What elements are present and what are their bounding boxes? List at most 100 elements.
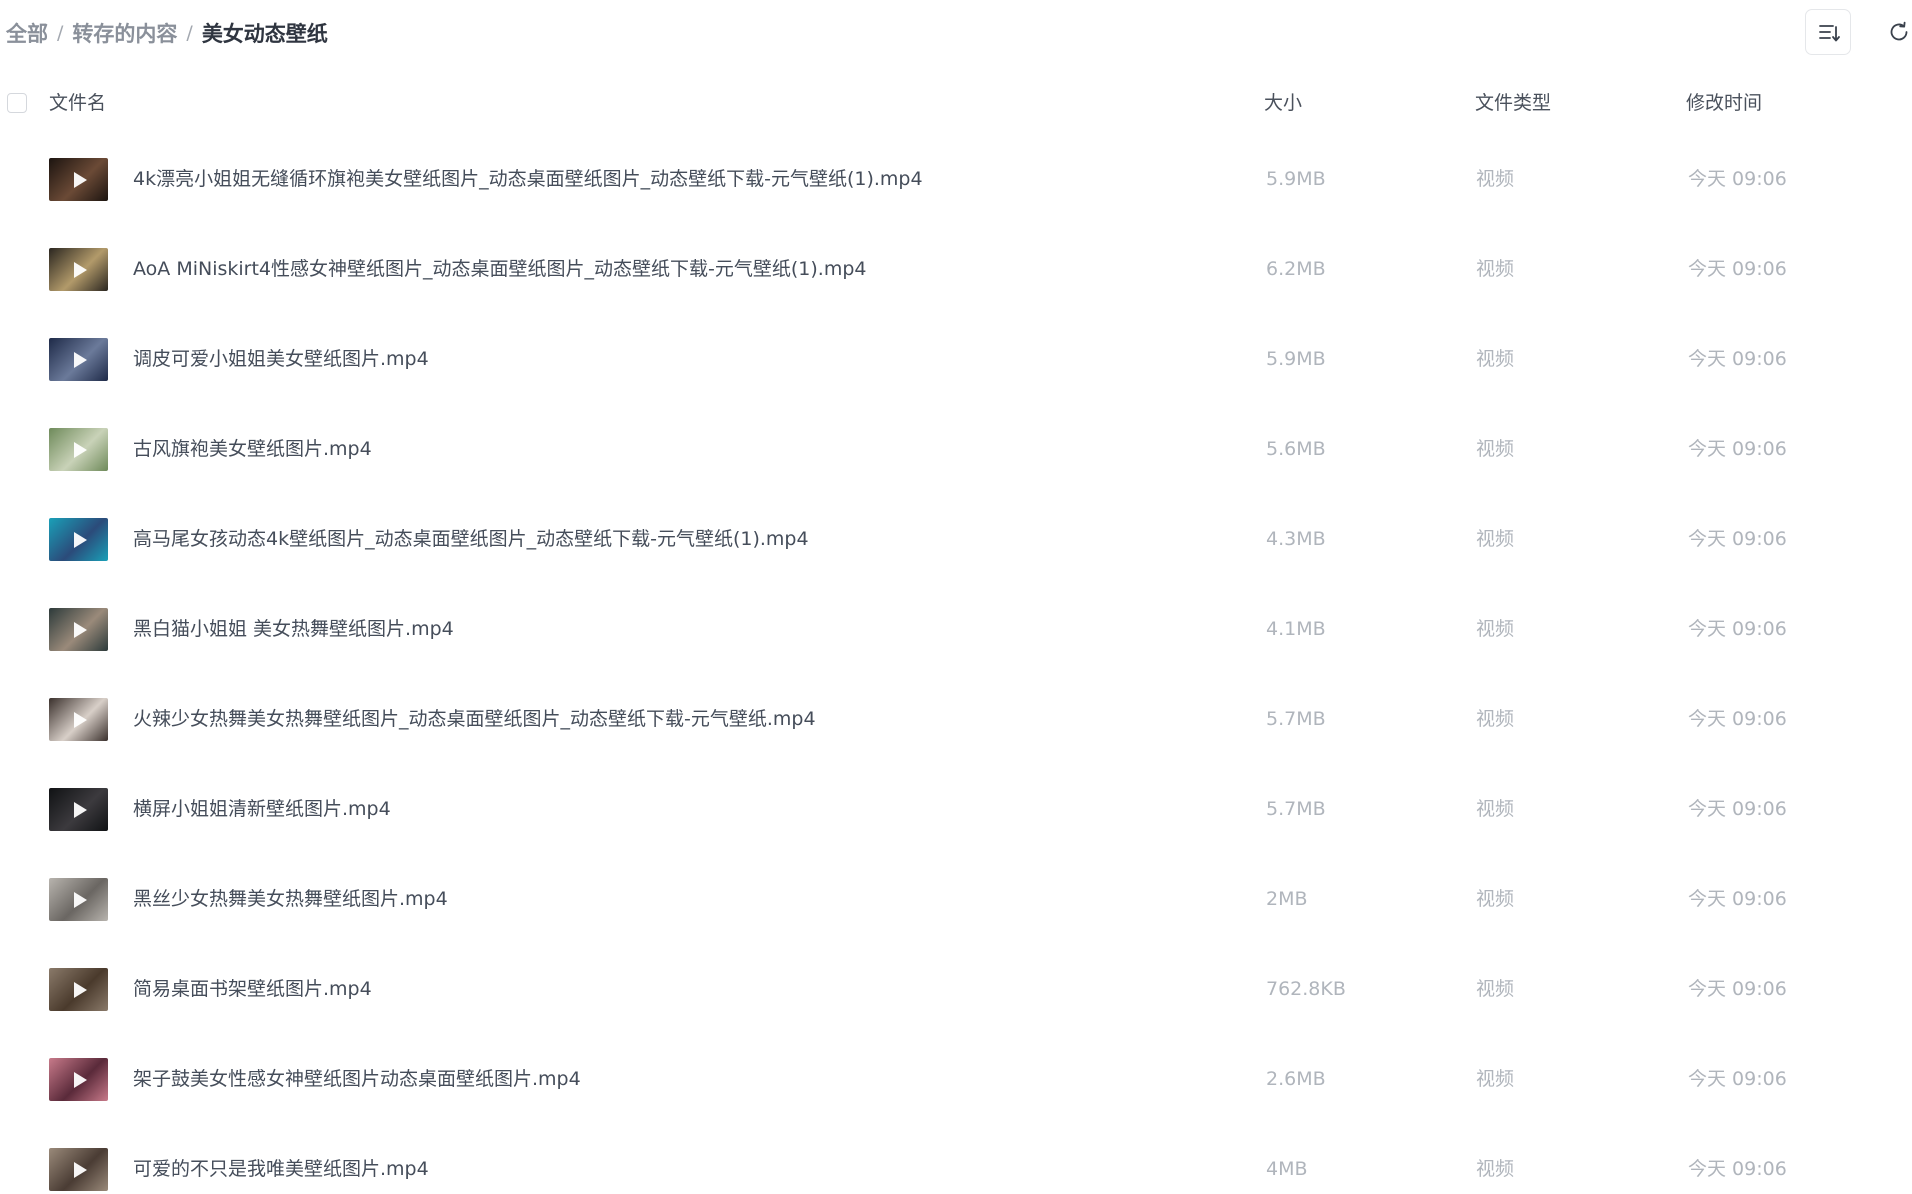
play-icon (73, 621, 87, 638)
breadcrumb-separator: / (186, 22, 193, 44)
file-type: 视频 (1476, 618, 1515, 640)
play-icon (73, 891, 87, 908)
file-size: 6.2MB (1266, 258, 1326, 280)
file-type: 视频 (1476, 438, 1515, 460)
file-type: 视频 (1476, 1158, 1515, 1180)
file-name[interactable]: 架子鼓美女性感女神壁纸图片动态桌面壁纸图片.mp4 (133, 1065, 581, 1093)
top-bar: 全部 / 转存的内容 / 美女动态壁纸 (0, 0, 1912, 66)
video-thumbnail[interactable] (49, 1148, 108, 1191)
file-modified-time: 今天 09:06 (1688, 1158, 1787, 1180)
sort-list-icon (1819, 25, 1840, 42)
file-modified-time: 今天 09:06 (1688, 888, 1787, 910)
table-row[interactable]: 可爱的不只是我唯美壁纸图片.mp4 4MB 视频 今天 09:06 (0, 1124, 1912, 1194)
file-type: 视频 (1476, 168, 1515, 190)
video-thumbnail[interactable] (49, 878, 108, 921)
file-size: 5.7MB (1266, 798, 1326, 820)
table-row[interactable]: 黑白猫小姐姐 美女热舞壁纸图片.mp4 4.1MB 视频 今天 09:06 (0, 584, 1912, 674)
table-row[interactable]: 简易桌面书架壁纸图片.mp4 762.8KB 视频 今天 09:06 (0, 944, 1912, 1034)
video-thumbnail[interactable] (49, 608, 108, 651)
video-thumbnail[interactable] (49, 518, 108, 561)
play-icon (73, 1161, 87, 1178)
file-name[interactable]: 古风旗袍美女壁纸图片.mp4 (133, 435, 372, 463)
file-type: 视频 (1476, 1068, 1515, 1090)
file-modified-time: 今天 09:06 (1688, 1068, 1787, 1090)
file-size: 4MB (1266, 1158, 1308, 1180)
file-size: 4.3MB (1266, 528, 1326, 550)
play-icon (73, 531, 87, 548)
file-type: 视频 (1476, 888, 1515, 910)
play-icon (73, 1071, 87, 1088)
file-size: 5.9MB (1266, 168, 1326, 190)
table-row[interactable]: 高马尾女孩动态4k壁纸图片_动态桌面壁纸图片_动态壁纸下载-元气壁纸(1).mp… (0, 494, 1912, 584)
file-size: 5.7MB (1266, 708, 1326, 730)
table-row[interactable]: 4k漂亮小姐姐无缝循环旗袍美女壁纸图片_动态桌面壁纸图片_动态壁纸下载-元气壁纸… (0, 134, 1912, 224)
breadcrumb-item-all[interactable]: 全部 (6, 18, 48, 48)
sort-button[interactable] (1805, 9, 1851, 55)
column-header-type[interactable]: 文件类型 (1475, 90, 1551, 116)
video-thumbnail[interactable] (49, 698, 108, 741)
file-name[interactable]: 简易桌面书架壁纸图片.mp4 (133, 975, 372, 1003)
column-header-size[interactable]: 大小 (1264, 90, 1302, 116)
table-row[interactable]: AoA MiNiskirt4性感女神壁纸图片_动态桌面壁纸图片_动态壁纸下载-元… (0, 224, 1912, 314)
video-thumbnail[interactable] (49, 1058, 108, 1101)
file-size: 2MB (1266, 888, 1308, 910)
table-header: 文件名 大小 文件类型 修改时间 (0, 84, 1912, 126)
select-all-checkbox[interactable] (7, 93, 27, 113)
file-type: 视频 (1476, 978, 1515, 1000)
play-icon (73, 801, 87, 818)
video-thumbnail[interactable] (49, 428, 108, 471)
video-thumbnail[interactable] (49, 968, 108, 1011)
file-list: 4k漂亮小姐姐无缝循环旗袍美女壁纸图片_动态桌面壁纸图片_动态壁纸下载-元气壁纸… (0, 134, 1912, 1194)
breadcrumb: 全部 / 转存的内容 / 美女动态壁纸 (6, 16, 328, 50)
play-icon (73, 351, 87, 368)
table-row[interactable]: 火辣少女热舞美女热舞壁纸图片_动态桌面壁纸图片_动态壁纸下载-元气壁纸.mp4 5… (0, 674, 1912, 764)
file-modified-time: 今天 09:06 (1688, 618, 1787, 640)
file-name[interactable]: 可爱的不只是我唯美壁纸图片.mp4 (133, 1155, 429, 1183)
file-modified-time: 今天 09:06 (1688, 708, 1787, 730)
video-thumbnail[interactable] (49, 338, 108, 381)
file-size: 4.1MB (1266, 618, 1326, 640)
video-thumbnail[interactable] (49, 158, 108, 201)
file-modified-time: 今天 09:06 (1688, 978, 1787, 1000)
file-modified-time: 今天 09:06 (1688, 798, 1787, 820)
file-size: 5.6MB (1266, 438, 1326, 460)
table-row[interactable]: 架子鼓美女性感女神壁纸图片动态桌面壁纸图片.mp4 2.6MB 视频 今天 09:06 (0, 1034, 1912, 1124)
file-type: 视频 (1476, 258, 1515, 280)
file-type: 视频 (1476, 528, 1515, 550)
table-row[interactable]: 横屏小姐姐清新壁纸图片.mp4 5.7MB 视频 今天 09:06 (0, 764, 1912, 854)
file-modified-time: 今天 09:06 (1688, 438, 1787, 460)
breadcrumb-item-transferred[interactable]: 转存的内容 (72, 18, 177, 48)
file-modified-time: 今天 09:06 (1688, 348, 1787, 370)
breadcrumb-current: 美女动态壁纸 (201, 22, 328, 46)
video-thumbnail[interactable] (49, 788, 108, 831)
table-row[interactable]: 古风旗袍美女壁纸图片.mp4 5.6MB 视频 今天 09:06 (0, 404, 1912, 494)
table-row[interactable]: 黑丝少女热舞美女热舞壁纸图片.mp4 2MB 视频 今天 09:06 (0, 854, 1912, 944)
file-browser: 全部 / 转存的内容 / 美女动态壁纸 文件名 大小 文件类型 修改时间 4k漂… (0, 0, 1912, 1194)
breadcrumb-separator: / (57, 22, 64, 44)
play-icon (73, 441, 87, 458)
file-name[interactable]: 横屏小姐姐清新壁纸图片.mp4 (133, 795, 391, 823)
file-type: 视频 (1476, 348, 1515, 370)
play-icon (73, 711, 87, 728)
file-name[interactable]: 调皮可爱小姐姐美女壁纸图片.mp4 (133, 345, 429, 373)
file-name[interactable]: AoA MiNiskirt4性感女神壁纸图片_动态桌面壁纸图片_动态壁纸下载-元… (133, 255, 867, 283)
file-name[interactable]: 黑丝少女热舞美女热舞壁纸图片.mp4 (133, 885, 448, 913)
file-modified-time: 今天 09:06 (1688, 168, 1787, 190)
file-modified-time: 今天 09:06 (1688, 528, 1787, 550)
refresh-icon (1890, 21, 1908, 41)
column-header-name[interactable]: 文件名 (49, 90, 106, 116)
play-icon (73, 981, 87, 998)
file-name[interactable]: 火辣少女热舞美女热舞壁纸图片_动态桌面壁纸图片_动态壁纸下载-元气壁纸.mp4 (133, 705, 816, 733)
video-thumbnail[interactable] (49, 248, 108, 291)
file-modified-time: 今天 09:06 (1688, 258, 1787, 280)
play-icon (73, 171, 87, 188)
file-name[interactable]: 黑白猫小姐姐 美女热舞壁纸图片.mp4 (133, 615, 454, 643)
play-icon (73, 261, 87, 278)
file-size: 5.9MB (1266, 348, 1326, 370)
refresh-button[interactable] (1880, 12, 1912, 52)
file-type: 视频 (1476, 708, 1515, 730)
table-row[interactable]: 调皮可爱小姐姐美女壁纸图片.mp4 5.9MB 视频 今天 09:06 (0, 314, 1912, 404)
file-name[interactable]: 4k漂亮小姐姐无缝循环旗袍美女壁纸图片_动态桌面壁纸图片_动态壁纸下载-元气壁纸… (133, 165, 923, 193)
file-name[interactable]: 高马尾女孩动态4k壁纸图片_动态桌面壁纸图片_动态壁纸下载-元气壁纸(1).mp… (133, 525, 809, 553)
column-header-time[interactable]: 修改时间 (1686, 90, 1762, 116)
